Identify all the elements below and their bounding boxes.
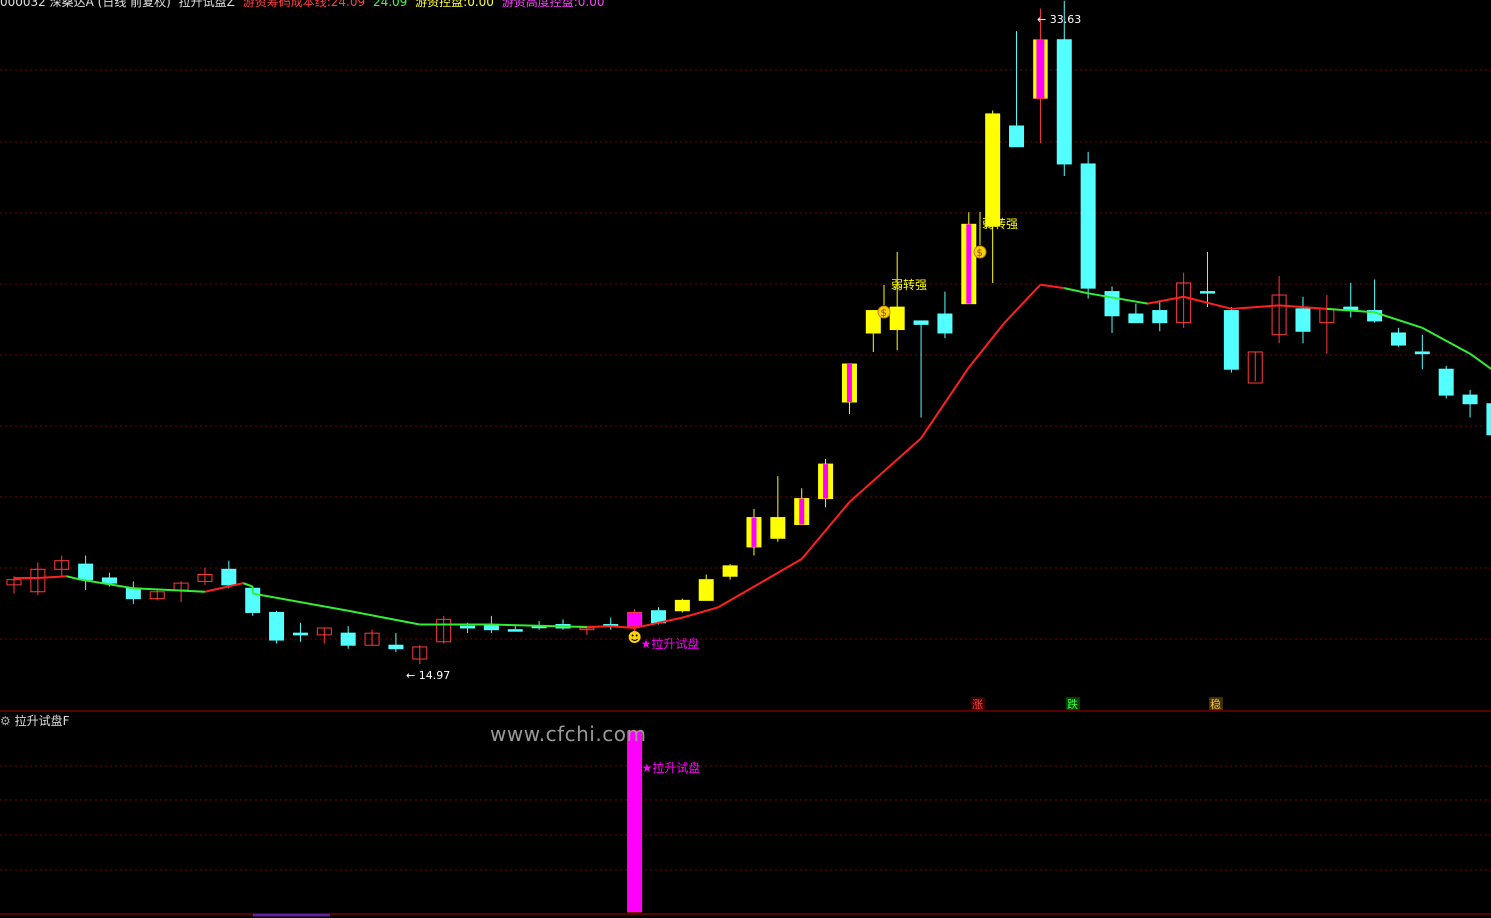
candle-body	[78, 563, 94, 581]
candle-stripe	[966, 224, 972, 304]
signal-bar	[627, 730, 643, 913]
cost-line-segment	[1064, 287, 1089, 295]
control-value: 0.00	[467, 0, 494, 9]
high-control-label: 游资高度控盘:	[501, 0, 578, 9]
signal-label: ★拉升试盘	[641, 636, 700, 651]
weak-to-strong-label: 弱转强	[891, 277, 927, 292]
candle-stripe	[751, 517, 757, 547]
candle-body	[698, 579, 714, 601]
candle-body	[1390, 332, 1406, 346]
moneybag-icon-glyph: $	[881, 308, 887, 319]
cost-value-1: 24.09	[330, 0, 366, 9]
cost-line-segment	[920, 366, 970, 439]
smiley-icon	[628, 631, 641, 643]
cost-label: 游资筹码成本线:	[242, 0, 331, 9]
cost-line-segment	[1147, 295, 1184, 305]
sub-panel-title: 拉升试盘F	[14, 714, 70, 728]
cost-value-2: 24.09	[372, 0, 408, 9]
sub-signal-label: ★拉升试盘	[642, 760, 701, 775]
candle-body	[1414, 351, 1430, 355]
sub-panel-grid	[0, 765, 1491, 917]
cost-line-segment	[848, 437, 922, 503]
annotations-layer: ← 33.63← 14.97★拉升试盘$弱转强$弱转强涨跌稳$★拉升试盘	[406, 13, 1223, 780]
tag-wen: 稳	[1210, 697, 1221, 711]
candle-body	[627, 611, 643, 627]
cost-line-segment	[586, 625, 611, 628]
cost-line-segment	[1040, 283, 1065, 290]
cost-line-segment	[1003, 284, 1042, 324]
stock-title: 000032 深桑达A (日线 前复权)	[0, 0, 171, 9]
weak-to-strong-label: 弱转强	[982, 216, 1018, 231]
cost-line-segment	[37, 575, 67, 579]
cost-line-segment	[491, 623, 587, 628]
cost-line-segment	[242, 582, 254, 588]
tag-die: 跌	[1067, 697, 1078, 711]
candle-body	[1200, 291, 1215, 294]
moneybag-icon-glyph: $	[977, 248, 983, 259]
candle-body	[388, 644, 404, 650]
candle-body	[1295, 308, 1311, 332]
candle-body	[269, 611, 285, 641]
cost-line-segment	[717, 585, 755, 609]
tag-zhang: 涨	[972, 698, 983, 711]
cost-line-segment	[347, 609, 420, 626]
cost-line-segment	[133, 587, 206, 593]
cost-line-segment	[968, 322, 1006, 369]
low-price-label: ← 14.97	[406, 669, 450, 682]
sub-panel-header[interactable]: ⚙ 拉升试盘F	[0, 712, 70, 729]
candle-body	[1223, 310, 1239, 370]
candle-body	[1056, 39, 1072, 165]
candle-body	[770, 517, 786, 539]
smiley-eye	[631, 634, 634, 637]
candle-body	[1486, 403, 1491, 436]
candle-stripe	[823, 464, 829, 499]
candle-body	[340, 632, 356, 646]
smiley-eye	[635, 634, 638, 637]
cost-line-segment	[252, 592, 349, 612]
candle-body	[674, 599, 690, 612]
gear-icon[interactable]: ⚙	[0, 714, 11, 728]
high-price-label: ← 33.63	[1037, 13, 1081, 26]
control-label: 游资控盘:	[415, 0, 468, 9]
candle-body	[292, 632, 308, 636]
candle-stripe	[1033, 39, 1037, 99]
candle-stripe	[1044, 39, 1048, 99]
candle-body	[889, 306, 905, 331]
candle-body	[722, 565, 738, 577]
cost-line-segment	[753, 558, 803, 588]
candle-stripe	[846, 364, 852, 402]
candle-body	[913, 320, 929, 325]
candle-body	[125, 587, 141, 600]
high-control-value: 0.00	[577, 0, 605, 9]
cost-line-segment	[1421, 326, 1471, 355]
candles-layer	[6, 0, 1491, 665]
price-grid	[0, 69, 1491, 712]
candle-body	[1104, 291, 1120, 317]
cost-line-segment	[1469, 352, 1491, 371]
candle-body	[1462, 394, 1478, 405]
indicator-name[interactable]: 拉升试盘Z	[179, 0, 235, 9]
candle-body	[1438, 368, 1454, 396]
candle-stripe	[799, 498, 805, 525]
candle-body	[221, 568, 237, 586]
candle-body	[985, 113, 1001, 227]
candle-body	[460, 625, 476, 629]
candle-body	[507, 629, 523, 632]
candle-body	[1009, 125, 1025, 148]
candle-body	[1128, 313, 1144, 324]
candle-body	[1080, 163, 1096, 289]
candle-body	[101, 577, 117, 584]
candle-body	[1152, 310, 1168, 324]
watermark: www.cfchi.com	[490, 722, 647, 746]
chart-header: 000032 深桑达A (日线 前复权) 拉升试盘Z 游资筹码成本线:24.09…	[0, 0, 609, 9]
candlestick-chart: ← 33.63← 14.97★拉升试盘$弱转强$弱转强涨跌稳$★拉升试盘	[0, 0, 1491, 917]
candle-body	[937, 313, 953, 334]
sub-panel-bars	[627, 730, 643, 913]
